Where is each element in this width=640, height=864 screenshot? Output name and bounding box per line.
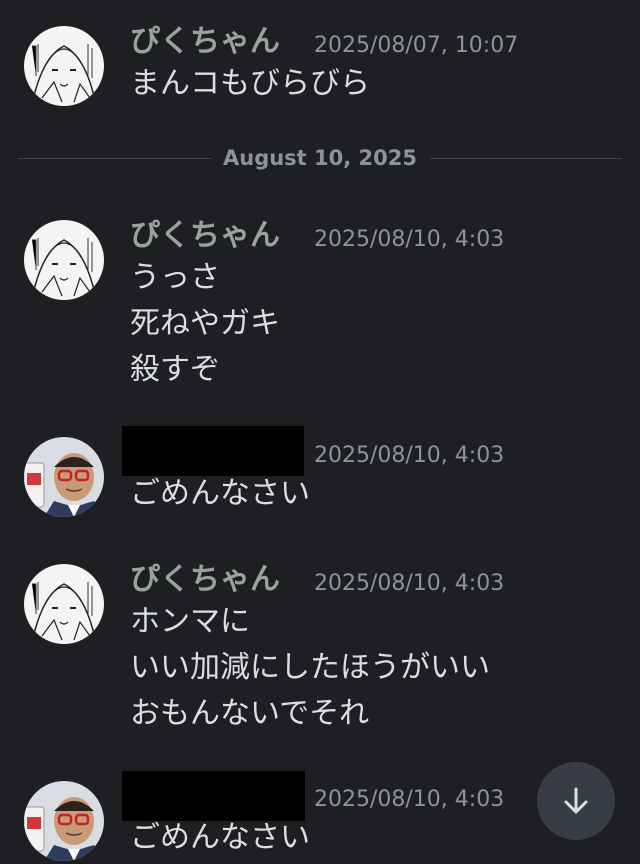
date-divider-label: August 10, 2025 bbox=[223, 146, 417, 170]
jump-to-latest-button[interactable] bbox=[537, 762, 615, 840]
avatar[interactable] bbox=[24, 781, 104, 861]
date-divider: August 10, 2025 bbox=[18, 146, 622, 170]
manga-avatar-image bbox=[24, 26, 104, 106]
message-text: まんコもびらびら bbox=[130, 66, 370, 101]
message-text: ごめんなさい bbox=[130, 820, 310, 855]
message-text: うっさ bbox=[130, 260, 220, 295]
avatar[interactable] bbox=[24, 26, 104, 106]
avatar[interactable] bbox=[24, 437, 104, 517]
message-timestamp: 2025/08/10, 4:03 bbox=[314, 571, 505, 596]
message-text: ホンマに bbox=[130, 604, 250, 639]
manga-avatar-image bbox=[24, 220, 104, 300]
avatar[interactable] bbox=[24, 220, 104, 300]
message-author[interactable]: ぴくちゃん bbox=[130, 218, 280, 254]
message-text: おもんないでそれ bbox=[130, 696, 370, 731]
message-author[interactable]: ぴくちゃん bbox=[130, 24, 280, 60]
message-timestamp: 2025/08/07, 10:07 bbox=[314, 33, 519, 58]
message-text: ごめんなさい bbox=[130, 476, 310, 511]
message-timestamp: 2025/08/10, 4:03 bbox=[314, 443, 505, 468]
redacted-author bbox=[122, 426, 304, 476]
redacted-author bbox=[122, 771, 305, 821]
message-timestamp: 2025/08/10, 4:03 bbox=[314, 787, 505, 812]
message-text: いい加減にしたほうがいい bbox=[130, 650, 490, 685]
message-text: 死ねやガキ bbox=[130, 306, 280, 341]
man-with-glasses-avatar-image bbox=[24, 781, 104, 861]
man-with-glasses-avatar-image bbox=[24, 437, 104, 517]
message-timestamp: 2025/08/10, 4:03 bbox=[314, 227, 505, 252]
arrow-down-icon bbox=[564, 787, 588, 814]
chat-message-list[interactable]: ぴくちゃん 2025/08/07, 10:07 まんコもびらびら August … bbox=[0, 0, 640, 864]
message-text: 殺すぞ bbox=[130, 352, 220, 387]
manga-avatar-image bbox=[24, 564, 104, 644]
message-author[interactable]: ぴくちゃん bbox=[130, 562, 280, 598]
avatar[interactable] bbox=[24, 564, 104, 644]
